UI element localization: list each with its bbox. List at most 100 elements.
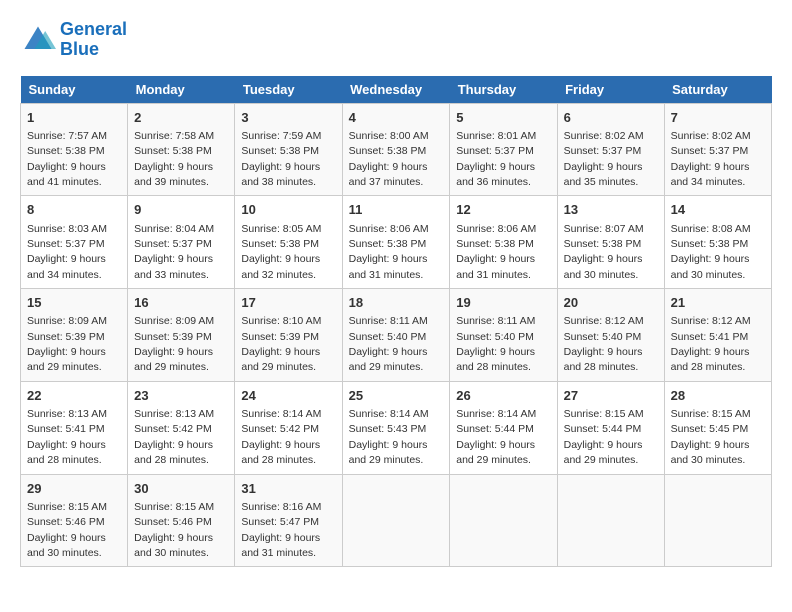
- calendar-cell: 6 Sunrise: 8:02 AMSunset: 5:37 PMDaylight…: [557, 103, 664, 196]
- calendar-header-row: SundayMondayTuesdayWednesdayThursdayFrid…: [21, 76, 772, 104]
- calendar-week-4: 22 Sunrise: 8:13 AMSunset: 5:41 PMDayligh…: [21, 381, 772, 474]
- day-info: Sunrise: 8:14 AMSunset: 5:43 PMDaylight:…: [349, 408, 429, 466]
- calendar-cell: 10Sunrise: 8:05 AMSunset: 5:38 PMDayligh…: [235, 196, 342, 289]
- day-info: Sunrise: 8:04 AMSunset: 5:37 PMDaylight:…: [134, 223, 214, 281]
- day-number: 27: [564, 387, 658, 405]
- column-header-friday: Friday: [557, 76, 664, 104]
- calendar-cell: 17Sunrise: 8:10 AMSunset: 5:39 PMDayligh…: [235, 289, 342, 382]
- column-header-monday: Monday: [128, 76, 235, 104]
- day-number: 7: [671, 109, 765, 127]
- calendar-cell: [557, 474, 664, 567]
- day-info: Sunrise: 8:03 AMSunset: 5:37 PMDaylight:…: [27, 223, 107, 281]
- calendar-cell: 9Sunrise: 8:04 AMSunset: 5:37 PMDaylight…: [128, 196, 235, 289]
- calendar-cell: [664, 474, 771, 567]
- day-number: 14: [671, 201, 765, 219]
- day-number: 10: [241, 201, 335, 219]
- day-number: 4: [349, 109, 444, 127]
- day-info: Sunrise: 8:16 AMSunset: 5:47 PMDaylight:…: [241, 501, 321, 559]
- day-info: Sunrise: 8:02 AMSunset: 5:37 PMDaylight:…: [671, 130, 751, 188]
- calendar-cell: 25 Sunrise: 8:14 AMSunset: 5:43 PMDayligh…: [342, 381, 450, 474]
- day-info: Sunrise: 7:59 AMSunset: 5:38 PMDaylight:…: [241, 130, 321, 188]
- column-header-tuesday: Tuesday: [235, 76, 342, 104]
- day-number: 16: [134, 294, 228, 312]
- day-number: 20: [564, 294, 658, 312]
- calendar-cell: 27 Sunrise: 8:15 AMSunset: 5:44 PMDayligh…: [557, 381, 664, 474]
- calendar-cell: 21Sunrise: 8:12 AMSunset: 5:41 PMDayligh…: [664, 289, 771, 382]
- calendar-cell: [450, 474, 557, 567]
- column-header-thursday: Thursday: [450, 76, 557, 104]
- day-number: 23: [134, 387, 228, 405]
- calendar-cell: 7 Sunrise: 8:02 AMSunset: 5:37 PMDaylight…: [664, 103, 771, 196]
- calendar-cell: 13 Sunrise: 8:07 AMSunset: 5:38 PMDayligh…: [557, 196, 664, 289]
- day-info: Sunrise: 8:07 AMSunset: 5:38 PMDaylight:…: [564, 223, 644, 281]
- calendar-cell: 18Sunrise: 8:11 AMSunset: 5:40 PMDayligh…: [342, 289, 450, 382]
- day-info: Sunrise: 8:02 AMSunset: 5:37 PMDaylight:…: [564, 130, 644, 188]
- day-info: Sunrise: 8:15 AMSunset: 5:46 PMDaylight:…: [27, 501, 107, 559]
- calendar-week-2: 8 Sunrise: 8:03 AMSunset: 5:37 PMDaylight…: [21, 196, 772, 289]
- day-info: Sunrise: 8:15 AMSunset: 5:45 PMDaylight:…: [671, 408, 751, 466]
- day-number: 5: [456, 109, 550, 127]
- calendar-cell: 23Sunrise: 8:13 AMSunset: 5:42 PMDayligh…: [128, 381, 235, 474]
- column-header-sunday: Sunday: [21, 76, 128, 104]
- day-number: 3: [241, 109, 335, 127]
- day-info: Sunrise: 8:06 AMSunset: 5:38 PMDaylight:…: [456, 223, 536, 281]
- day-number: 22: [27, 387, 121, 405]
- logo-icon: [20, 22, 56, 58]
- day-number: 11: [349, 201, 444, 219]
- day-number: 2: [134, 109, 228, 127]
- calendar-cell: 26Sunrise: 8:14 AMSunset: 5:44 PMDayligh…: [450, 381, 557, 474]
- day-number: 30: [134, 480, 228, 498]
- day-info: Sunrise: 8:13 AMSunset: 5:41 PMDaylight:…: [27, 408, 107, 466]
- day-info: Sunrise: 8:11 AMSunset: 5:40 PMDaylight:…: [456, 315, 535, 373]
- calendar-cell: 28Sunrise: 8:15 AMSunset: 5:45 PMDayligh…: [664, 381, 771, 474]
- calendar-cell: 20 Sunrise: 8:12 AMSunset: 5:40 PMDayligh…: [557, 289, 664, 382]
- calendar-week-1: 1Sunrise: 7:57 AMSunset: 5:38 PMDaylight…: [21, 103, 772, 196]
- calendar-cell: 22 Sunrise: 8:13 AMSunset: 5:41 PMDayligh…: [21, 381, 128, 474]
- day-number: 19: [456, 294, 550, 312]
- calendar-cell: 11 Sunrise: 8:06 AMSunset: 5:38 PMDayligh…: [342, 196, 450, 289]
- day-info: Sunrise: 8:01 AMSunset: 5:37 PMDaylight:…: [456, 130, 536, 188]
- day-info: Sunrise: 8:10 AMSunset: 5:39 PMDaylight:…: [241, 315, 321, 373]
- day-info: Sunrise: 8:00 AMSunset: 5:38 PMDaylight:…: [349, 130, 429, 188]
- calendar-cell: 16 Sunrise: 8:09 AMSunset: 5:39 PMDayligh…: [128, 289, 235, 382]
- calendar-cell: 19 Sunrise: 8:11 AMSunset: 5:40 PMDayligh…: [450, 289, 557, 382]
- day-number: 31: [241, 480, 335, 498]
- day-number: 8: [27, 201, 121, 219]
- calendar-cell: 12 Sunrise: 8:06 AMSunset: 5:38 PMDayligh…: [450, 196, 557, 289]
- day-number: 29: [27, 480, 121, 498]
- column-header-wednesday: Wednesday: [342, 76, 450, 104]
- day-info: Sunrise: 8:12 AMSunset: 5:41 PMDaylight:…: [671, 315, 751, 373]
- day-info: Sunrise: 8:14 AMSunset: 5:42 PMDaylight:…: [241, 408, 321, 466]
- calendar-cell: [342, 474, 450, 567]
- day-number: 18: [349, 294, 444, 312]
- day-number: 15: [27, 294, 121, 312]
- column-header-saturday: Saturday: [664, 76, 771, 104]
- calendar-cell: 5 Sunrise: 8:01 AMSunset: 5:37 PMDaylight…: [450, 103, 557, 196]
- calendar-cell: 14 Sunrise: 8:08 AMSunset: 5:38 PMDayligh…: [664, 196, 771, 289]
- calendar-cell: 15 Sunrise: 8:09 AMSunset: 5:39 PMDayligh…: [21, 289, 128, 382]
- day-info: Sunrise: 8:08 AMSunset: 5:38 PMDaylight:…: [671, 223, 751, 281]
- day-info: Sunrise: 8:09 AMSunset: 5:39 PMDaylight:…: [27, 315, 107, 373]
- logo-text: General Blue: [60, 20, 127, 60]
- day-info: Sunrise: 7:58 AMSunset: 5:38 PMDaylight:…: [134, 130, 214, 188]
- calendar-cell: 1Sunrise: 7:57 AMSunset: 5:38 PMDaylight…: [21, 103, 128, 196]
- calendar-cell: 3 Sunrise: 7:59 AMSunset: 5:38 PMDaylight…: [235, 103, 342, 196]
- calendar-cell: 24Sunrise: 8:14 AMSunset: 5:42 PMDayligh…: [235, 381, 342, 474]
- calendar-cell: 29 Sunrise: 8:15 AMSunset: 5:46 PMDayligh…: [21, 474, 128, 567]
- page-header: General Blue: [20, 20, 772, 60]
- day-info: Sunrise: 8:15 AMSunset: 5:44 PMDaylight:…: [564, 408, 644, 466]
- calendar-cell: 30Sunrise: 8:15 AMSunset: 5:46 PMDayligh…: [128, 474, 235, 567]
- day-info: Sunrise: 8:06 AMSunset: 5:38 PMDaylight:…: [349, 223, 429, 281]
- day-number: 13: [564, 201, 658, 219]
- day-number: 6: [564, 109, 658, 127]
- logo: General Blue: [20, 20, 127, 60]
- day-info: Sunrise: 8:12 AMSunset: 5:40 PMDaylight:…: [564, 315, 644, 373]
- day-number: 12: [456, 201, 550, 219]
- day-number: 25: [349, 387, 444, 405]
- calendar-body: 1Sunrise: 7:57 AMSunset: 5:38 PMDaylight…: [21, 103, 772, 567]
- calendar-week-3: 15 Sunrise: 8:09 AMSunset: 5:39 PMDayligh…: [21, 289, 772, 382]
- calendar-cell: 31 Sunrise: 8:16 AMSunset: 5:47 PMDayligh…: [235, 474, 342, 567]
- calendar-cell: 2 Sunrise: 7:58 AMSunset: 5:38 PMDaylight…: [128, 103, 235, 196]
- day-info: Sunrise: 8:09 AMSunset: 5:39 PMDaylight:…: [134, 315, 214, 373]
- calendar-cell: 4 Sunrise: 8:00 AMSunset: 5:38 PMDaylight…: [342, 103, 450, 196]
